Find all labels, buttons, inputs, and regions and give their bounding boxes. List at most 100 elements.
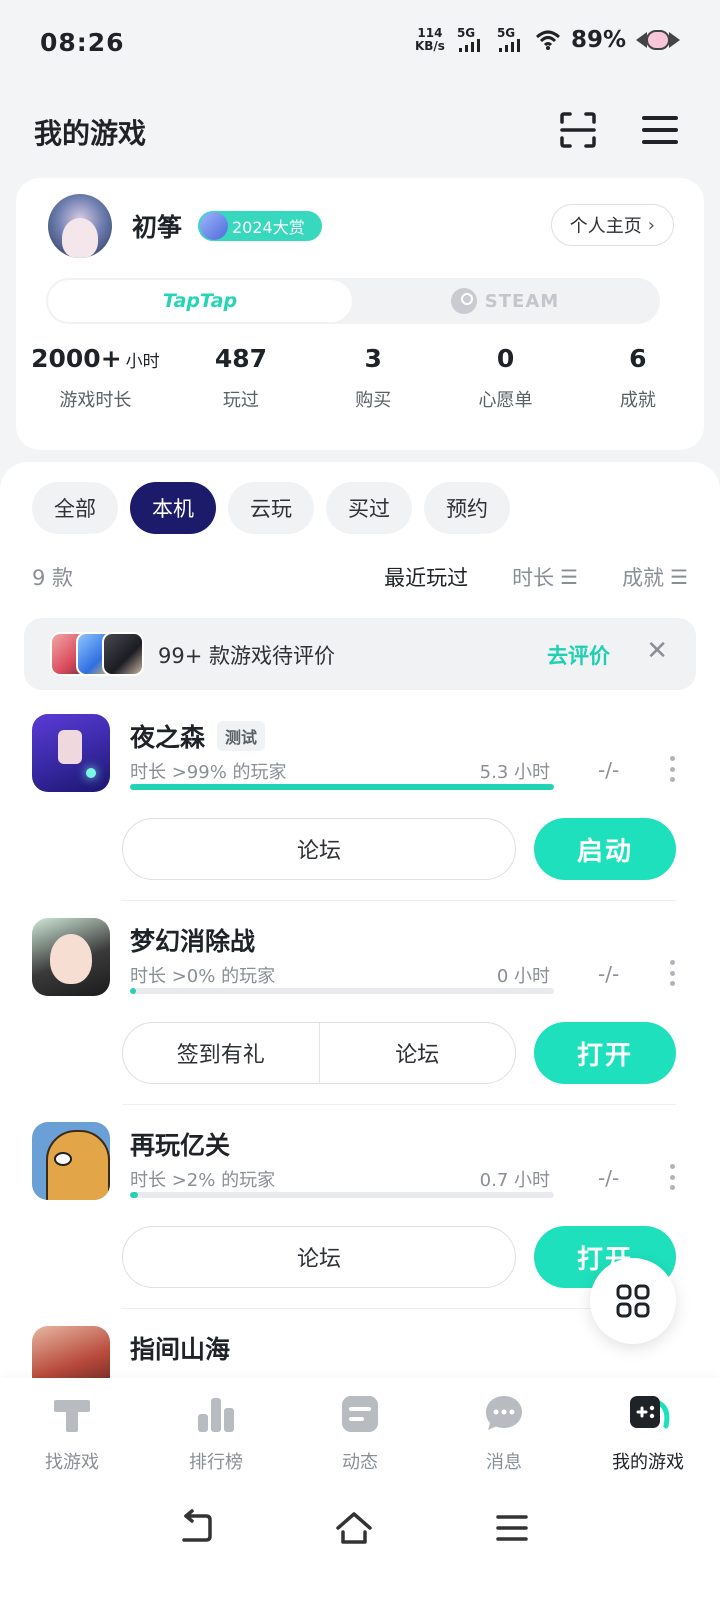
status-indicators: 114 KB/s 5G 5G 89% [415, 26, 680, 54]
platform-taptap-tab[interactable]: TapTap [48, 280, 352, 322]
wifi-icon [535, 30, 560, 50]
filter-tab-bought[interactable]: 买过 [326, 482, 412, 534]
game-thumb-icon [102, 632, 144, 676]
game-tag: 测试 [217, 721, 266, 751]
grid-menu-button[interactable] [590, 1258, 676, 1344]
medal-icon [200, 212, 228, 240]
open-button[interactable]: 打开 [534, 1022, 676, 1084]
game-score: -/- [598, 962, 620, 986]
review-banner-text: 99+ 款游戏待评价 [158, 644, 335, 668]
sort-row: 9 款 最近玩过 时长 ☰ 成就 ☰ [32, 558, 688, 594]
filter-tab-local[interactable]: 本机 [130, 482, 216, 534]
platform-toggle: TapTap STEAM [46, 278, 660, 324]
grid-icon [616, 1284, 650, 1318]
playtime-progress-bar [130, 988, 554, 994]
game-title[interactable]: 夜之森 测试 [130, 718, 266, 754]
sort-icon: ☰ [560, 565, 579, 589]
page-title: 我的游戏 [34, 117, 147, 150]
page-header: 我的游戏 [0, 100, 720, 160]
profile-card: 初筝 2024大赏 个人主页 › TapTap STEAM 2000+ 小时 游戏… [16, 178, 704, 450]
scan-icon[interactable] [558, 110, 598, 150]
game-icon[interactable] [32, 1122, 110, 1200]
game-title[interactable]: 再玩亿关 [130, 1126, 230, 1162]
ranking-icon [198, 1398, 234, 1432]
game-percentile: 时长 >99% 的玩家 [130, 762, 287, 783]
stats-row: 2000+ 小时 游戏时长 487 玩过 3 购买 0 心愿单 6 成就 [16, 344, 704, 424]
sort-achievements[interactable]: 成就 ☰ [622, 562, 688, 592]
sort-duration[interactable]: 时长 ☰ [512, 562, 578, 592]
home-icon[interactable] [334, 1508, 374, 1548]
divider [122, 900, 676, 901]
game-item: 夜之森 测试 时长 >99% 的玩家 5.3 小时 -/- 论坛 启动 [0, 714, 720, 914]
signal-icon-sim1: 5G [455, 26, 485, 54]
filter-tab-reserved[interactable]: 预约 [424, 482, 510, 534]
divider [122, 1104, 676, 1105]
game-title[interactable]: 指间山海 [130, 1330, 230, 1366]
gamepad-icon [630, 1396, 670, 1429]
game-icon[interactable] [32, 918, 110, 996]
platform-steam-tab[interactable]: STEAM [352, 280, 658, 322]
battery-level: 89% [570, 27, 626, 53]
message-icon [486, 1396, 522, 1430]
chevron-right-icon: › [647, 214, 655, 236]
game-percentile: 时长 >0% 的玩家 [130, 966, 276, 987]
sort-icon: ☰ [670, 565, 688, 589]
game-count: 9 款 [32, 566, 74, 590]
feed-icon [342, 1396, 378, 1432]
forum-button[interactable]: 论坛 [123, 1227, 515, 1287]
game-hours: 0.7 小时 [479, 1170, 550, 1191]
close-icon[interactable]: ✕ [646, 636, 668, 666]
system-nav-bar [0, 1502, 720, 1552]
game-hours: 5.3 小时 [479, 762, 550, 783]
stat-wishlist[interactable]: 0 心愿单 [439, 344, 571, 424]
game-item: 梦幻消除战 时长 >0% 的玩家 0 小时 -/- 签到有礼 论坛 打开 [0, 918, 720, 1118]
game-icon[interactable] [32, 1326, 110, 1378]
filter-tab-cloud[interactable]: 云玩 [228, 482, 314, 534]
profile-page-button[interactable]: 个人主页 › [550, 204, 674, 246]
award-badge[interactable]: 2024大赏 [198, 211, 322, 241]
more-options-icon[interactable] [662, 958, 682, 988]
playtime-progress-bar [130, 784, 554, 790]
status-bar: 08:26 114 KB/s 5G 5G 89% [0, 0, 720, 90]
nav-my-games[interactable]: 我的游戏 [576, 1392, 720, 1482]
go-review-link[interactable]: 去评价 [547, 640, 610, 670]
game-icon[interactable] [32, 714, 110, 792]
game-score: -/- [598, 758, 620, 782]
nav-messages[interactable]: 消息 [432, 1392, 576, 1482]
game-hours: 0 小时 [496, 966, 550, 987]
recents-icon[interactable] [492, 1508, 532, 1548]
stat-achievements[interactable]: 6 成就 [572, 344, 704, 424]
candy-battery-icon [636, 28, 680, 52]
forum-button[interactable]: 论坛 [123, 819, 515, 879]
nav-feed[interactable]: 动态 [288, 1392, 432, 1482]
signal-icon-sim2: 5G [495, 26, 525, 54]
back-icon[interactable] [176, 1508, 216, 1548]
menu-icon[interactable] [640, 110, 680, 150]
stat-playtime[interactable]: 2000+ 小时 游戏时长 [16, 344, 175, 424]
forum-button[interactable]: 论坛 [318, 1023, 516, 1083]
bottom-nav: 找游戏 排行榜 动态 消息 我的游戏 [0, 1378, 720, 1600]
avatar[interactable] [48, 194, 112, 258]
status-time: 08:26 [40, 28, 125, 57]
network-speed: 114 KB/s [414, 26, 445, 53]
nav-rankings[interactable]: 排行榜 [144, 1392, 288, 1482]
game-secondary-buttons: 论坛 [122, 1226, 516, 1288]
filter-tab-all[interactable]: 全部 [32, 482, 118, 534]
nav-find-games[interactable]: 找游戏 [0, 1392, 144, 1482]
more-options-icon[interactable] [662, 1162, 682, 1192]
stat-purchased[interactable]: 3 购买 [307, 344, 439, 424]
sort-recent[interactable]: 最近玩过 [384, 562, 468, 592]
playtime-progress-bar [130, 1192, 554, 1198]
checkin-gift-button[interactable]: 签到有礼 [123, 1023, 319, 1083]
username: 初筝 [132, 213, 183, 242]
steam-icon [450, 288, 477, 314]
pending-review-icons [50, 632, 146, 676]
game-score: -/- [598, 1166, 620, 1190]
review-banner: 99+ 款游戏待评价 去评价 ✕ [24, 618, 696, 690]
game-title[interactable]: 梦幻消除战 [130, 922, 255, 958]
game-percentile: 时长 >2% 的玩家 [130, 1170, 276, 1191]
game-secondary-buttons: 论坛 [122, 818, 516, 880]
stat-played[interactable]: 487 玩过 [175, 344, 307, 424]
more-options-icon[interactable] [662, 754, 682, 784]
launch-button[interactable]: 启动 [534, 818, 676, 880]
